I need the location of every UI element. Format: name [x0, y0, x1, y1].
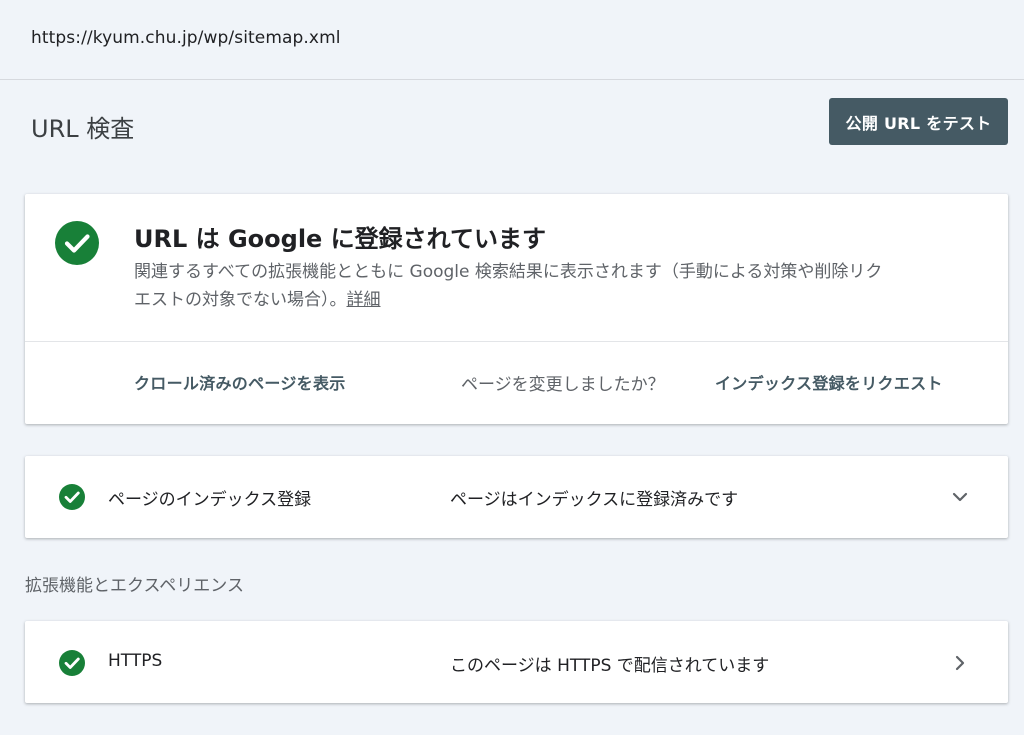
check-circle-icon: [59, 484, 85, 510]
https-label: HTTPS: [108, 651, 163, 671]
chevron-right-icon[interactable]: [948, 651, 972, 675]
page-changed-question: ページを変更しましたか？: [461, 375, 665, 395]
status-description-text: 関連するすべての拡張機能とともに Google 検索結果に表示されます（手動によ…: [134, 262, 883, 310]
details-link[interactable]: 詳細: [347, 290, 381, 310]
card-divider: [25, 341, 1008, 342]
view-crawled-page-button[interactable]: クロール済みのページを表示: [134, 370, 346, 394]
status-description: 関連するすべての拡張機能とともに Google 検索結果に表示されます（手動によ…: [134, 258, 894, 314]
check-circle-icon: [55, 221, 99, 265]
test-live-url-button[interactable]: 公開 URL をテスト: [829, 98, 1008, 145]
indexing-label: ページのインデックス登録: [108, 490, 312, 510]
check-circle-icon: [59, 650, 85, 676]
indexing-status-value: ページはインデックスに登録済みです: [450, 490, 739, 510]
https-status-value: このページは HTTPS で配信されています: [450, 656, 770, 676]
url-bar: https://kyum.chu.jp/wp/sitemap.xml: [0, 0, 1024, 80]
chevron-down-icon[interactable]: [948, 485, 972, 509]
page-title: URL 検査: [31, 115, 135, 143]
status-title: URL は Google に登録されています: [134, 225, 546, 253]
inspected-url: https://kyum.chu.jp/wp/sitemap.xml: [31, 28, 341, 48]
enhancements-heading: 拡張機能とエクスペリエンス: [25, 576, 244, 596]
request-indexing-button[interactable]: インデックス登録をリクエスト: [715, 370, 943, 394]
